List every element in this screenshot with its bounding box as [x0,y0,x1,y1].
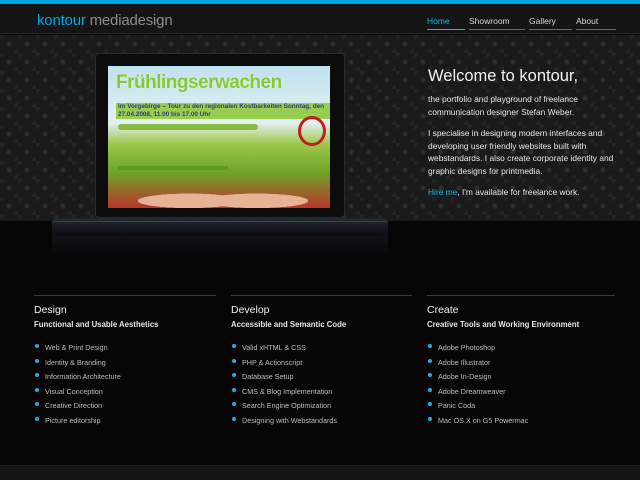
poster-footer-text [118,166,228,170]
bullet-icon [232,416,236,421]
list-item: PHP & Actionscript [231,358,412,373]
main-nav: Home Showroom Gallery About [427,16,616,30]
site-logo[interactable]: kontour mediadesign [37,12,173,29]
list-item-label: PHP & Actionscript [242,357,303,367]
list-item-label: Identity & Branding [45,357,106,367]
list-item: Creative Direction [34,401,216,416]
column-subtitle: Accessible and Semantic Code [231,320,347,329]
list-item-label: Adobe In-Design [438,372,492,382]
column-design: Design Functional and Usable Aesthetics … [34,295,216,431]
list-item: Designing with Webstandards [231,416,412,431]
poster-subtitle: im Vorgebirge – Tour zu den regionalen K… [116,103,330,119]
bullet-icon [35,387,39,392]
bullet-icon [232,373,236,378]
bullet-icon [35,402,39,407]
bullet-icon [35,416,39,421]
intro-heading: Welcome to kontour, [428,67,579,85]
bicycle-image [298,116,326,146]
list-item-label: Adobe Photoshop [438,343,496,352]
list-item: Adobe Dreamweaver [427,387,615,402]
bullet-icon [35,358,39,363]
bullet-icon [428,416,432,421]
bullet-icon [232,344,236,348]
poster-body-text [118,124,258,130]
list-item: Adobe In-Design [427,372,615,387]
list-item: Adobe Illustrator [427,358,615,373]
hire-me-link[interactable]: Hire me [428,187,457,197]
list-item-label: Picture editorship [45,415,101,425]
list-item: Database Setup [231,372,412,387]
services-columns: Design Functional and Usable Aesthetics … [34,295,615,431]
bullet-icon [35,344,39,348]
service-list: Adobe Photoshop Adobe Illustrator Adobe … [427,343,615,431]
bullet-icon [428,373,432,378]
column-create: Create Creative Tools and Working Enviro… [427,295,615,431]
bullet-icon [232,358,236,363]
nav-about[interactable]: About [576,16,616,30]
intro-paragraph-1: the portfolio and playground of freelanc… [428,94,578,117]
list-item: Search Engine Optimization [231,401,412,416]
site-footer [0,465,640,480]
site-header: kontour mediadesign Home Showroom Galler… [0,4,640,34]
list-item: Panic Coda [427,401,615,416]
nav-home[interactable]: Home [427,16,465,30]
service-list: Web & Print Design Identity & Branding I… [34,343,216,431]
list-item-label: Mac OS X on G5 Powermac [438,415,529,425]
list-item-label: CMS & Blog Implementation [242,386,333,396]
list-item: Picture editorship [34,416,216,431]
list-item-label: Adobe Illustrator [438,357,491,367]
list-item: Visual Conception [34,387,216,402]
list-item-label: Database Setup [242,372,294,382]
list-item: Web & Print Design [34,343,216,358]
bullet-icon [35,373,39,378]
column-title: Create [427,304,459,316]
bullet-icon [232,402,236,407]
bullet-icon [428,344,432,348]
list-item: Mac OS X on G5 Powermac [427,416,615,431]
column-develop: Develop Accessible and Semantic Code Val… [231,295,412,431]
list-item-label: Adobe Dreamweaver [438,386,506,396]
intro-paragraph-2: I specialise in designing modern interfa… [428,128,614,176]
list-item: Information Architecture [34,372,216,387]
nav-showroom[interactable]: Showroom [469,16,525,30]
list-item-label: Creative Direction [45,401,103,411]
hire-text: , I'm available for freelance work. [457,187,580,197]
list-item-label: Designing with Webstandards [242,415,337,425]
column-title: Develop [231,304,270,316]
intro-paragraph-3: Hire me, I'm available for freelance wor… [428,186,628,199]
bullet-icon [428,358,432,363]
bullet-icon [232,387,236,392]
showcase-screen[interactable]: Frühlingserwachen im Vorgebirge – Tour z… [108,66,330,208]
list-item: CMS & Blog Implementation [231,387,412,402]
monitor-base [52,221,388,235]
list-item-label: Web & Print Design [45,343,108,352]
column-subtitle: Functional and Usable Aesthetics [34,320,159,329]
list-item: Identity & Branding [34,358,216,373]
logo-mediadesign: mediadesign [85,12,173,29]
list-item-label: Panic Coda [438,401,476,411]
intro-section: Welcome to kontour, the portfolio and pl… [428,67,628,208]
poster-title: Frühlingserwachen [116,72,282,93]
bullet-icon [428,387,432,392]
hands-image [138,184,308,208]
list-item-label: Visual Conception [45,386,103,396]
logo-kontour: kontour [37,12,86,29]
list-item-label: Search Engine Optimization [242,401,332,411]
nav-gallery[interactable]: Gallery [529,16,572,30]
column-title: Design [34,304,67,316]
column-subtitle: Creative Tools and Working Environment [427,320,580,329]
list-item: Adobe Photoshop [427,343,615,358]
list-item: Valid xHTML & CSS [231,343,412,358]
list-item-label: Valid xHTML & CSS [242,343,306,352]
list-item-label: Information Architecture [45,372,121,382]
bullet-icon [428,402,432,407]
service-list: Valid xHTML & CSS PHP & Actionscript Dat… [231,343,412,431]
